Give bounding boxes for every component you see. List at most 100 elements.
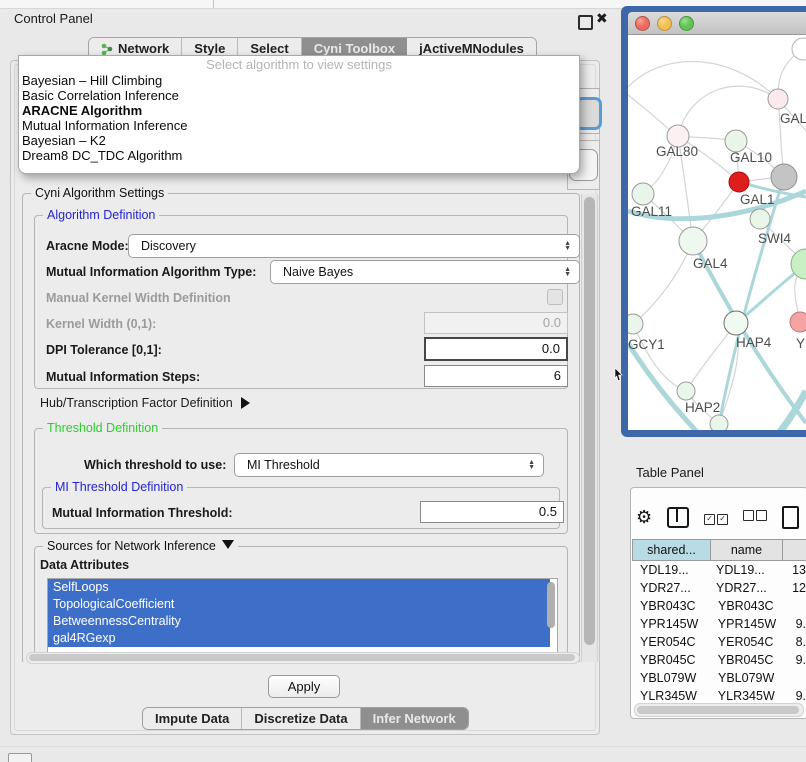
bottom-partial-icon[interactable]	[8, 753, 32, 762]
mouse-cursor	[614, 368, 624, 381]
network-node-gcy1[interactable]	[628, 314, 643, 334]
hub-definition-toggle[interactable]: Hub/Transcription Factor Definition	[40, 396, 250, 410]
table-cell: 9.	[792, 615, 806, 633]
column-header-cut[interactable]	[783, 539, 806, 561]
table-cell: 9.	[792, 651, 806, 669]
network-node-y[interactable]	[790, 312, 806, 332]
network-node-label: HAP2	[685, 400, 720, 415]
tab-impute-data[interactable]: Impute Data	[143, 708, 242, 729]
network-node-swi4[interactable]	[750, 209, 770, 229]
aracne-mode-value: Discovery	[141, 239, 196, 253]
network-node-gal10[interactable]	[725, 130, 747, 152]
mi-steps-label: Mutual Information Steps:	[46, 370, 200, 384]
float-window-icon[interactable]	[578, 15, 593, 30]
network-node-hap4[interactable]	[724, 311, 748, 335]
network-node-gal1[interactable]	[729, 172, 749, 192]
network-node-label: GAL4	[693, 256, 728, 271]
table-cell: YLR345W	[632, 687, 714, 702]
mi-steps-input[interactable]: 6	[424, 365, 568, 387]
expanded-arrow-icon	[222, 540, 234, 549]
network-node[interactable]	[771, 164, 797, 190]
table-hscrollbar-thumb[interactable]	[637, 706, 799, 714]
select-all-columns-icon[interactable]: ✓✓	[704, 508, 728, 526]
settings-vscrollbar-thumb[interactable]	[584, 197, 595, 645]
kernel-width-input[interactable]: 0.0	[424, 312, 568, 334]
hub-definition-label: Hub/Transcription Factor Definition	[40, 396, 233, 410]
which-threshold-combo[interactable]: MI Threshold ▲▼	[234, 453, 544, 477]
zoom-traffic-light[interactable]	[679, 16, 694, 31]
manual-kernel-label: Manual Kernel Width Definition	[46, 291, 231, 305]
mi-threshold-input[interactable]: 0.5	[420, 501, 564, 523]
table-hscrollbar-track[interactable]	[634, 703, 804, 717]
mi-threshold-group-title: MI Threshold Definition	[51, 480, 187, 494]
network-node-gal11[interactable]	[632, 183, 654, 205]
tab-infer-network[interactable]: Infer Network	[361, 708, 468, 729]
table-cell: 13	[788, 561, 806, 579]
algorithm-option[interactable]: Mutual Information Inference	[19, 118, 579, 133]
algorithm-option[interactable]: ARACNE Algorithm	[19, 103, 579, 118]
combo-arrows-icon: ▲▼	[528, 460, 535, 470]
aracne-mode-label: Aracne Mode:	[46, 239, 129, 253]
settings-hscrollbar-track[interactable]	[26, 652, 580, 664]
close-icon[interactable]: ✖	[596, 10, 608, 27]
tab-discretize-data[interactable]: Discretize Data	[242, 708, 360, 729]
table-row[interactable]: YPR145WYPR145W9.	[632, 615, 806, 633]
column-header-name[interactable]: name	[711, 539, 783, 561]
close-traffic-light[interactable]	[635, 16, 650, 31]
mi-type-combo[interactable]: Naive Bayes ▲▼	[270, 260, 580, 284]
table-row[interactable]: YLR345WYLR345W9.	[632, 687, 806, 702]
settings-hscrollbar-thumb[interactable]	[29, 654, 575, 661]
data-attributes-list: SelfLoopsTopologicalCoefficientBetweenne…	[47, 578, 558, 654]
dpi-tolerance-label: DPI Tolerance [0,1]:	[46, 343, 162, 357]
table-cell: YBR043C	[714, 597, 792, 615]
collapsed-arrow-icon	[241, 397, 250, 409]
attribute-item[interactable]: gal4RGexp	[48, 630, 550, 647]
deselect-all-columns-icon[interactable]	[743, 508, 767, 526]
network-node-label: GAL10	[730, 150, 772, 165]
network-node-gal[interactable]	[768, 89, 788, 109]
settings-vscrollbar-track[interactable]	[581, 194, 598, 662]
algorithm-option[interactable]: Bayesian – Hill Climbing	[19, 73, 579, 88]
attributes-scrollbar-thumb[interactable]	[547, 582, 555, 628]
network-node-hap2[interactable]	[677, 382, 695, 400]
which-threshold-label: Which threshold to use:	[84, 458, 226, 472]
minimize-traffic-light[interactable]	[657, 16, 672, 31]
bottom-divider	[0, 746, 806, 747]
file-icon[interactable]	[782, 506, 799, 529]
network-node-gal4[interactable]	[679, 227, 707, 255]
algorithm-option[interactable]: Dream8 DC_TDC Algorithm	[19, 148, 579, 163]
network-view[interactable]: GALGAL80GAL10GAL1GAL11SWI4GAL4GCY1HAP4YH…	[628, 35, 806, 430]
table-cell: YPR145W	[632, 615, 714, 633]
table-row[interactable]: YBR043CYBR043C	[632, 597, 806, 615]
table-row[interactable]: YBR045CYBR045C9.	[632, 651, 806, 669]
mi-type-label: Mutual Information Algorithm Type:	[46, 265, 256, 279]
network-window-titlebar[interactable]	[628, 12, 806, 35]
combo-arrows-icon: ▲▼	[564, 267, 571, 277]
table-row[interactable]: YDL19...YDL19...13	[632, 561, 806, 579]
table-row[interactable]: YER054CYER054C8.	[632, 633, 806, 651]
columns-icon[interactable]	[667, 507, 689, 528]
table-cell: YBR043C	[632, 597, 714, 615]
network-node[interactable]	[710, 415, 728, 430]
algorithm-option[interactable]: Basic Correlation Inference	[19, 88, 579, 103]
table-row[interactable]: YDR27...YDR27...12	[632, 579, 806, 597]
attribute-item[interactable]: TopologicalCoefficient	[48, 596, 550, 613]
table-cell: YER054C	[714, 633, 792, 651]
manual-kernel-checkbox[interactable]	[547, 289, 563, 305]
table-cell: YBR045C	[632, 651, 714, 669]
attribute-item[interactable]: SelfLoops	[48, 579, 550, 596]
column-header-shared-name[interactable]: shared...	[632, 539, 711, 561]
table-rows: YDL19...YDL19...13YDR27...YDR27...12YBR0…	[632, 561, 806, 702]
algorithm-dropdown-placeholder: Select algorithm to view settings	[19, 56, 579, 73]
table-row[interactable]: YBL079WYBL079W	[632, 669, 806, 687]
attribute-item[interactable]: BetweennessCentrality	[48, 613, 550, 630]
dpi-tolerance-input[interactable]: 0.0	[424, 337, 568, 361]
table-cell: YBR045C	[714, 651, 792, 669]
network-node[interactable]	[792, 38, 806, 60]
top-strip-divider	[213, 0, 214, 8]
algorithm-option[interactable]: Bayesian – K2	[19, 133, 579, 148]
aracne-mode-combo[interactable]: Discovery ▲▼	[128, 234, 580, 258]
sources-title[interactable]: Sources for Network Inference	[43, 539, 238, 553]
gear-icon[interactable]: ⚙	[636, 507, 652, 528]
apply-button[interactable]: Apply	[268, 675, 340, 698]
